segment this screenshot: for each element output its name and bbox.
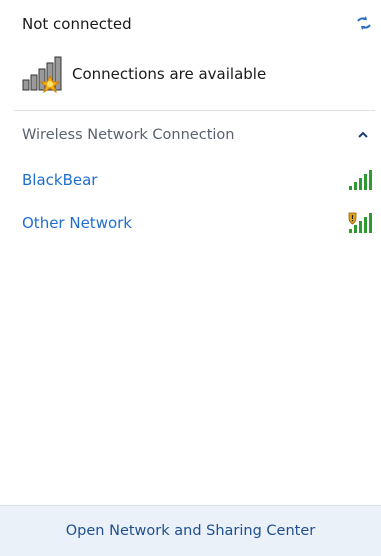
network-name: Other Network [22, 214, 132, 232]
wifi-signal-shield-icon [348, 212, 372, 233]
network-flyout-panel: Not connected Connections are available … [0, 0, 381, 556]
footer-bar: Open Network and Sharing Center [0, 505, 381, 556]
chevron-up-icon[interactable] [357, 129, 369, 141]
refresh-arrows-icon [357, 16, 371, 30]
wireless-section-label: Wireless Network Connection [22, 127, 235, 143]
connections-available-label: Connections are available [72, 65, 267, 83]
network-bars-with-star-icon [20, 54, 68, 94]
refresh-button[interactable] [355, 14, 373, 32]
connection-status-title: Not connected [22, 15, 132, 33]
wireless-section-header[interactable]: Wireless Network Connection [22, 124, 372, 146]
network-item-blackbear[interactable]: BlackBear [14, 165, 374, 195]
wifi-signal-icon [349, 170, 372, 190]
network-item-other-network[interactable]: Other Network [14, 208, 374, 238]
open-network-sharing-center-link[interactable]: Open Network and Sharing Center [66, 523, 315, 539]
network-name: BlackBear [22, 171, 98, 189]
connections-available-row: Connections are available [20, 54, 266, 94]
section-divider [14, 110, 375, 111]
